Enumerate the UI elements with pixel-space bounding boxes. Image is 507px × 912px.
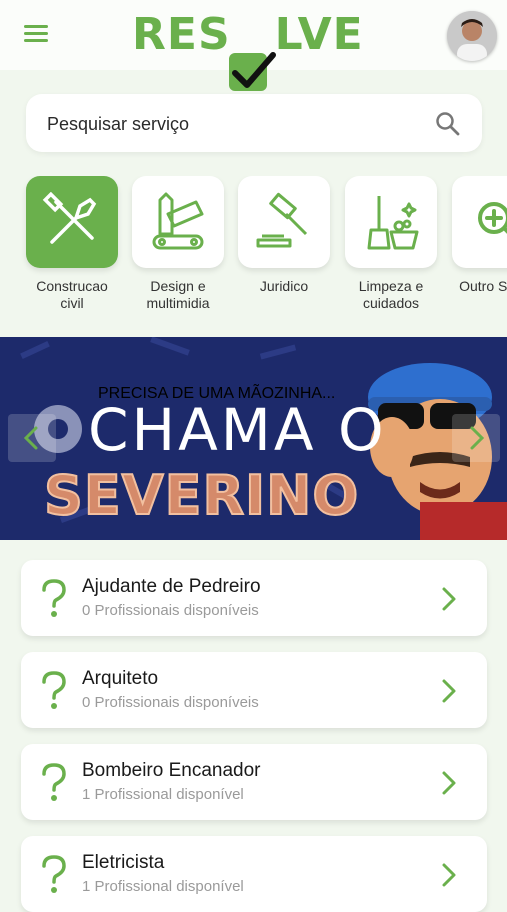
- design-tools-icon: [152, 192, 204, 250]
- category-label: Outro Serviç: [459, 278, 507, 294]
- search-bar: [26, 94, 482, 152]
- category-label: Construcao civil: [36, 278, 108, 311]
- hamburger-menu-icon[interactable]: [24, 25, 48, 45]
- service-card-ajudante-de-pedreiro[interactable]: Ajudante de Pedreiro 0 Profissionais dis…: [21, 560, 487, 636]
- banner-title-line2: SEVERINO: [43, 463, 360, 528]
- banner-prev-button[interactable]: [8, 414, 56, 462]
- category-juridico[interactable]: Juridico: [236, 176, 332, 295]
- category-carousel: Construcao civil Design e multimidia Jur…: [0, 176, 507, 316]
- chevron-right-icon: [442, 587, 456, 611]
- app-header: RES LVE: [0, 0, 507, 91]
- chevron-left-icon: [23, 426, 38, 450]
- question-mark-icon: [42, 579, 66, 617]
- chevron-right-icon: [442, 771, 456, 795]
- chevron-right-icon: [470, 426, 485, 450]
- banner-next-button[interactable]: [452, 414, 500, 462]
- service-availability: 0 Profissionais disponíveis: [82, 694, 259, 711]
- service-card-arquiteto[interactable]: Arquiteto 0 Profissionais disponíveis: [21, 652, 487, 728]
- service-card-bombeiro-encanador[interactable]: Bombeiro Encanador 1 Profissional dispon…: [21, 744, 487, 820]
- tools-icon: [42, 192, 97, 244]
- service-availability: 1 Profissional disponível: [82, 878, 244, 895]
- service-availability: 1 Profissional disponível: [82, 786, 244, 803]
- question-mark-icon: [42, 671, 66, 709]
- gavel-icon: [256, 192, 308, 248]
- search-icon[interactable]: [434, 110, 462, 138]
- service-title: Arquiteto: [82, 668, 159, 689]
- category-outro-servico[interactable]: Outro Serviç: [450, 176, 507, 295]
- category-design-multimidia[interactable]: Design e multimidia: [130, 176, 226, 312]
- user-avatar[interactable]: [447, 11, 497, 61]
- question-mark-icon: [42, 763, 66, 801]
- category-construcao-civil[interactable]: Construcao civil: [24, 176, 120, 312]
- chevron-right-icon: [442, 863, 456, 887]
- service-title: Ajudante de Pedreiro: [82, 576, 261, 597]
- category-label: Juridico: [259, 278, 309, 294]
- app-logo: RES LVE: [132, 12, 377, 91]
- category-limpeza-cuidados[interactable]: Limpeza e cuidados: [343, 176, 439, 312]
- service-availability: 0 Profissionais disponíveis: [82, 602, 259, 619]
- cleaning-icon: [367, 196, 419, 250]
- service-title: Bombeiro Encanador: [82, 760, 261, 781]
- category-label: Design e multimidia: [146, 278, 210, 311]
- chevron-right-icon: [442, 679, 456, 703]
- banner-title-line1: CHAMA O: [88, 396, 387, 464]
- search-input[interactable]: [45, 108, 429, 140]
- question-mark-icon: [42, 855, 66, 893]
- add-search-icon: [478, 202, 507, 234]
- service-title: Eletricista: [82, 852, 165, 873]
- service-card-eletricista[interactable]: Eletricista 1 Profissional disponível: [21, 836, 487, 912]
- category-label: Limpeza e cuidados: [358, 278, 424, 311]
